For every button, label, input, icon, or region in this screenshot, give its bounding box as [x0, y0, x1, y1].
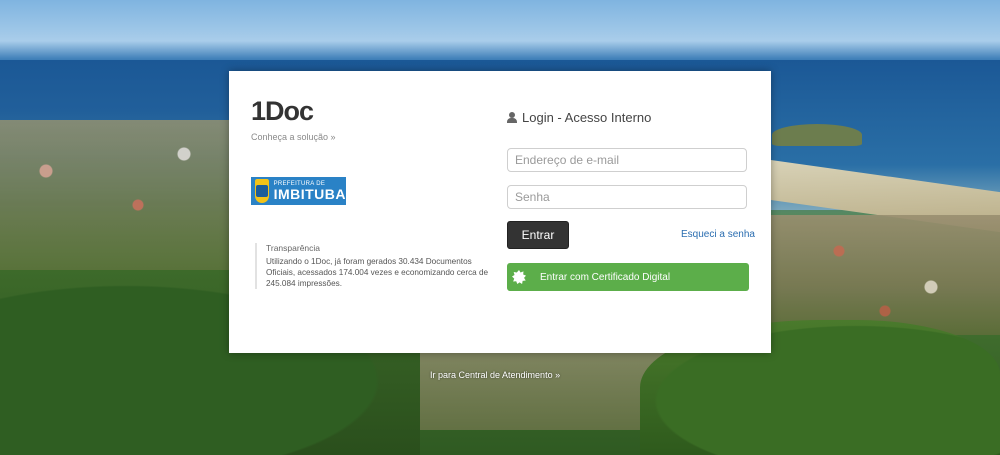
forgot-password-link[interactable]: Esqueci a senha — [681, 229, 755, 240]
certificate-login-button[interactable]: Entrar com Certificado Digital — [507, 263, 749, 291]
login-heading: Login - Acesso Interno — [507, 110, 651, 125]
prefeitura-line2: IMBITUBA — [273, 186, 346, 202]
crest-icon — [255, 179, 269, 203]
login-button[interactable]: Entrar — [507, 221, 569, 249]
transparency-text: Utilizando o 1Doc, já foram gerados 30.4… — [266, 257, 489, 288]
town-left — [0, 120, 230, 290]
town-right — [770, 215, 1000, 335]
solution-link[interactable]: Conheça a solução » — [251, 132, 336, 142]
certificate-seal-icon — [512, 270, 526, 284]
central-atendimento-link[interactable]: Ir para Central de Atendimento » — [430, 370, 560, 380]
prefeitura-logo: PREFEITURA DE IMBITUBA — [251, 177, 346, 205]
user-icon — [507, 112, 517, 123]
certificate-label: Entrar com Certificado Digital — [540, 271, 671, 283]
login-title: Login - Acesso Interno — [522, 110, 652, 125]
password-field[interactable] — [507, 185, 747, 209]
transparency-box: Transparência Utilizando o 1Doc, já fora… — [255, 243, 498, 289]
brand-logo: 1Doc — [251, 96, 314, 126]
prefeitura-name: PREFEITURA DE IMBITUBA — [274, 181, 346, 201]
email-field[interactable] — [507, 148, 747, 172]
island — [772, 124, 862, 146]
login-card: 1Doc Conheça a solução » PREFEITURA DE I… — [229, 71, 771, 353]
transparency-title: Transparência — [266, 243, 321, 253]
